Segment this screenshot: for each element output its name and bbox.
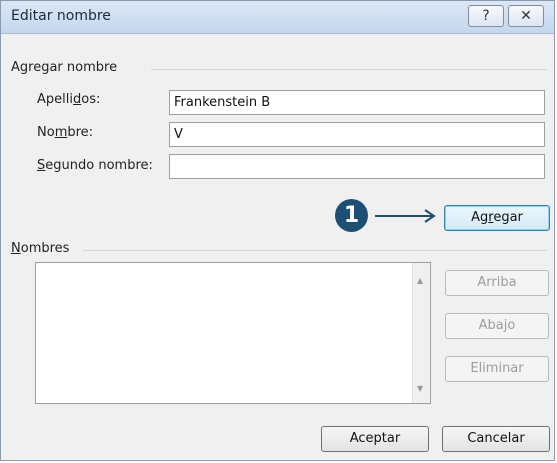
scroll-up-arrow-icon[interactable]: ▲ bbox=[417, 276, 423, 285]
ok-button[interactable]: Aceptar bbox=[321, 426, 429, 452]
arrow-right-icon bbox=[375, 209, 436, 223]
window-title: Editar nombre bbox=[11, 8, 111, 24]
nombre-field[interactable]: V bbox=[169, 122, 545, 147]
listbox-scrollbar[interactable]: ▲ ▼ bbox=[412, 263, 430, 403]
help-button[interactable]: ? bbox=[468, 5, 504, 27]
add-name-section-title: Agregar nombre bbox=[11, 60, 118, 75]
up-button[interactable]: Arriba bbox=[445, 270, 549, 296]
add-section-divider bbox=[151, 69, 547, 70]
step-number-badge: 1 bbox=[335, 199, 368, 232]
scroll-down-arrow-icon[interactable]: ▼ bbox=[417, 384, 423, 393]
title-bar: Editar nombre ? ✕ bbox=[1, 1, 554, 34]
names-section-title: Nombres bbox=[11, 241, 70, 256]
edit-name-dialog: Editar nombre ? ✕ Agregar nombre Apellid… bbox=[0, 0, 555, 461]
delete-button[interactable]: Eliminar bbox=[445, 356, 549, 382]
names-listbox[interactable]: ▲ ▼ bbox=[35, 262, 431, 404]
names-section-divider bbox=[83, 250, 547, 251]
cancel-button[interactable]: Cancelar bbox=[442, 426, 550, 452]
apellidos-field[interactable]: Frankenstein B bbox=[169, 90, 545, 115]
segundo-nombre-field[interactable] bbox=[169, 154, 545, 179]
add-button[interactable]: Agregar bbox=[444, 205, 550, 231]
down-button[interactable]: Abajo bbox=[445, 313, 549, 339]
close-button[interactable]: ✕ bbox=[508, 5, 544, 27]
segundo-nombre-label: Segundo nombre: bbox=[37, 158, 153, 173]
apellidos-label: Apellidos: bbox=[37, 92, 101, 107]
nombre-label: Nombre: bbox=[37, 125, 94, 140]
